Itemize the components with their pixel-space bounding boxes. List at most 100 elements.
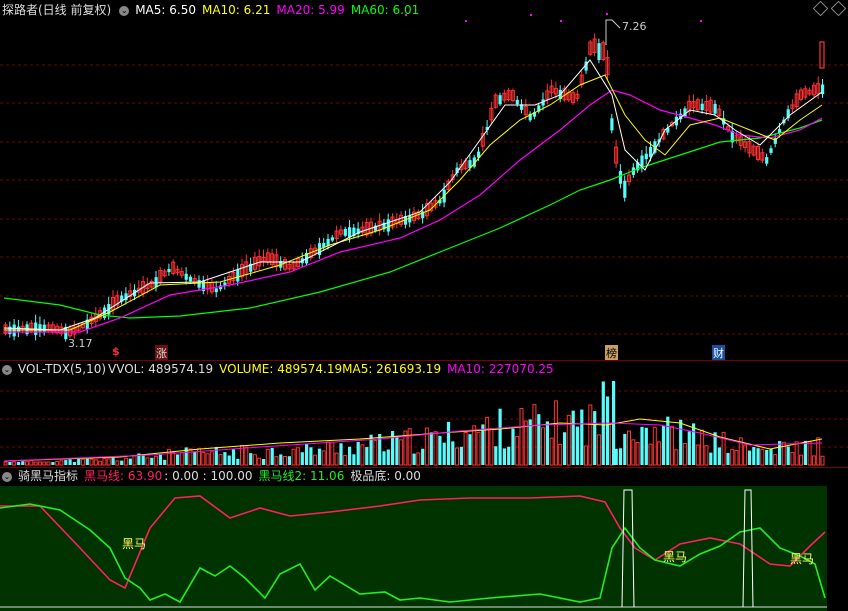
volume-bar <box>571 410 575 465</box>
price-header: 探路者(日线 前复权) ⌄ MA5: 6.50 MA10: 6.21 MA20: 5.9… <box>2 2 425 18</box>
volume-bar <box>270 447 274 465</box>
volume-bar <box>89 458 94 466</box>
volume-bar <box>511 428 515 465</box>
candle-last <box>819 41 825 69</box>
vol-ma10-value: MA10: 227070.25 <box>447 362 554 376</box>
volume-bar <box>249 453 253 465</box>
volume-bar <box>537 414 541 465</box>
volume-bar <box>730 448 735 466</box>
volume-bar <box>120 460 124 465</box>
volume-bar <box>334 452 339 466</box>
volume-bar <box>468 434 472 465</box>
ma10-line <box>4 74 823 331</box>
candle-down <box>597 43 601 61</box>
volume-bar <box>700 429 705 466</box>
volume-bar <box>421 448 425 465</box>
candle-down <box>618 170 623 184</box>
volume-bar <box>326 441 330 466</box>
volume-bar <box>743 444 748 466</box>
volume-bar <box>773 454 778 466</box>
volume-bar <box>287 456 291 465</box>
volume-bar <box>541 427 545 466</box>
candle-down <box>188 276 193 282</box>
volume-bar <box>596 434 601 466</box>
volume-bar <box>85 458 89 465</box>
volume-bar <box>446 421 451 465</box>
volume-bar <box>205 453 210 466</box>
volume-bar <box>704 445 709 466</box>
volume-bar <box>593 411 597 465</box>
marker-zhang[interactable]: 涨 <box>155 345 168 361</box>
price-chart[interactable] <box>0 0 848 360</box>
volume-bar <box>356 441 360 465</box>
volume-bar <box>25 461 29 466</box>
volume-bar <box>416 452 421 466</box>
volume-bar <box>451 441 455 465</box>
volume-bar <box>549 437 554 466</box>
volume-bar <box>132 455 137 466</box>
signal-dot <box>700 20 702 22</box>
volume-bar <box>158 454 162 465</box>
volume-bar <box>433 431 438 466</box>
volume-bar <box>756 448 760 465</box>
volume-bar <box>244 446 249 466</box>
volume-bar <box>98 460 103 466</box>
high-price-label: 7.26 <box>622 20 647 33</box>
marker-bang[interactable]: 榜 <box>605 345 618 361</box>
ma10-value: MA10: 6.21 <box>201 3 271 17</box>
volume-bar <box>507 446 511 465</box>
volume-bar <box>279 454 283 465</box>
volume-bar <box>618 448 623 465</box>
volume-bar <box>623 433 627 465</box>
heima-signal-3: 黑马 <box>790 552 815 566</box>
volume-bar <box>820 455 825 466</box>
price-pane[interactable]: 探路者(日线 前复权) ⌄ MA5: 6.50 MA10: 6.21 MA20: 5.9… <box>0 0 848 361</box>
volume-bar <box>227 455 231 465</box>
volume-bar <box>106 458 111 466</box>
indicator-pane[interactable]: ⌄ 骑黑马指标 黑马线: 63.90: 0.00 : 100.00 黑马线2: 11.… <box>0 468 848 611</box>
volume-bar <box>790 451 795 466</box>
volume-bar <box>502 448 506 465</box>
indicator-header: ⌄ 骑黑马指标 黑马线: 63.90: 0.00 : 100.00 黑马线2: 11.… <box>0 468 427 484</box>
volume-bar <box>769 448 773 465</box>
volume-bar <box>661 425 666 465</box>
volume-bar <box>365 447 369 465</box>
candle-down <box>765 157 769 164</box>
toggle-icon[interactable]: ⌄ <box>2 471 12 482</box>
volume-bar <box>523 420 528 466</box>
volume-bar <box>68 459 72 465</box>
volume-bar <box>494 446 498 465</box>
volume-bar <box>459 446 463 465</box>
low-price-label: 3.17 <box>68 337 93 350</box>
candle-down <box>644 153 648 160</box>
volume-bar <box>734 449 739 466</box>
volume-bar <box>77 459 81 465</box>
volume-bar <box>33 461 38 466</box>
volume-bar <box>455 447 459 466</box>
volume-bar <box>343 454 348 466</box>
volume-bar <box>765 449 769 465</box>
marker-cai[interactable]: 财 <box>712 345 725 361</box>
toggle-icon[interactable]: ⌄ <box>119 5 130 16</box>
volume-bar <box>553 400 558 466</box>
toggle-icon[interactable]: ⌄ <box>2 364 12 375</box>
candle-down <box>498 95 502 105</box>
volume-bar <box>463 432 468 466</box>
volume-bar <box>3 461 8 466</box>
volume-bar <box>584 445 588 466</box>
volume-pane[interactable]: ⌄ VOL-TDX(5,10) VVOL: 489574.19 VOLUME: 489… <box>0 361 848 467</box>
volume-bar <box>252 454 257 466</box>
volume-bar <box>330 441 335 466</box>
volume-bar <box>726 452 730 465</box>
volume-bar <box>588 404 593 466</box>
volume-bar <box>442 442 446 465</box>
volume-bar <box>218 454 223 466</box>
candle-down <box>214 288 218 293</box>
marker-dollar[interactable]: $ <box>112 345 120 358</box>
signal-dot <box>530 14 532 16</box>
volume-bar <box>115 460 120 466</box>
volume-bar <box>102 457 107 466</box>
volume-bar <box>111 457 115 465</box>
volume-bar <box>80 458 85 466</box>
volume-bar <box>339 443 343 465</box>
